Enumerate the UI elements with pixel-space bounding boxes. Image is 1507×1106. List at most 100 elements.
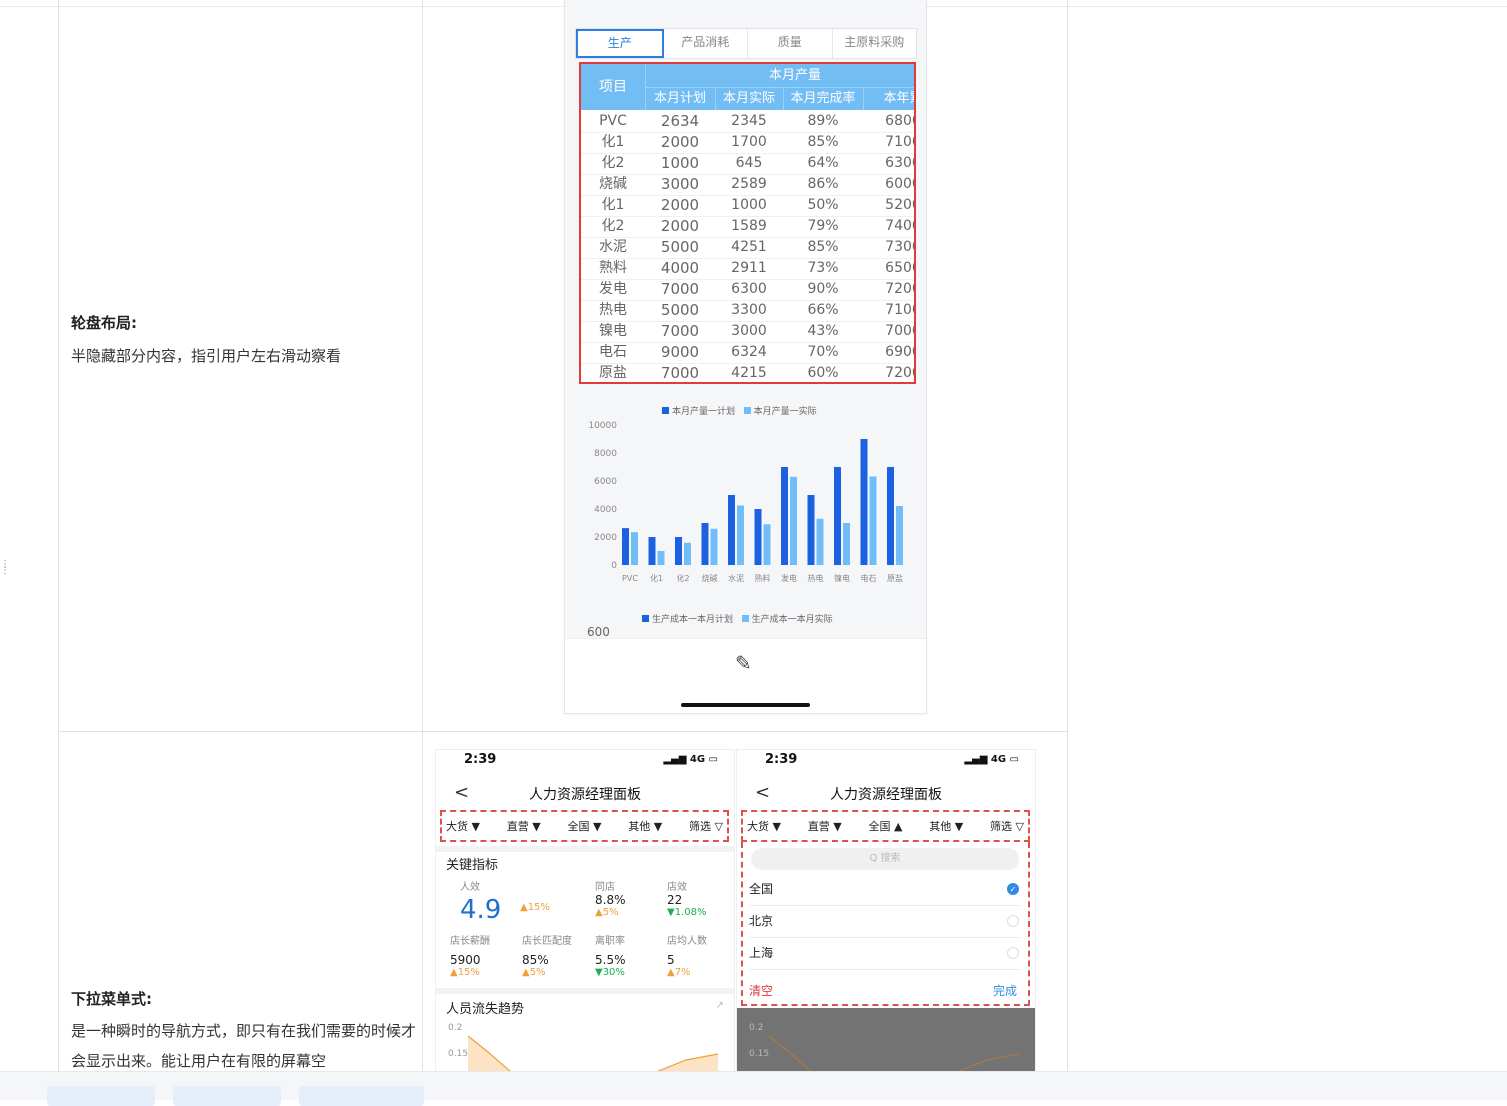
header-actual: 本月实际 — [715, 88, 784, 110]
radio-icon — [1007, 947, 1019, 959]
table-cell: 7300 — [885, 239, 914, 255]
toolbar-button-2[interactable] — [173, 1086, 281, 1106]
table-row: 化2 2000 1589 79% 7400 — [581, 216, 914, 238]
table-cell: 7000 — [660, 364, 700, 382]
trend-title: 人员流失趋势 — [446, 1002, 525, 1017]
done-button[interactable]: 完成 — [993, 982, 1017, 999]
clear-button[interactable]: 清空 — [749, 984, 773, 998]
filter-region[interactable]: 全国 ▼ — [568, 818, 602, 834]
filter-channel[interactable]: 直营 ▼ — [808, 818, 842, 834]
kpi-label: 离职率 — [595, 936, 625, 947]
table-cell: 50% — [807, 197, 839, 213]
filter-bar: 大货 ▼ 直营 ▼ 全国 ▲ 其他 ▼ 筛选 ▽ — [741, 810, 1030, 842]
phone-screenshot-carousel: 生产 产品消耗 质量 主原料采购 项目 本月产量 本月计划 本月实际 本月完成率… — [564, 0, 927, 714]
filter-other[interactable]: 其他 ▼ — [929, 818, 963, 834]
dim-overlay[interactable]: 0.2 0.15 — [737, 1008, 1035, 1072]
row-divider — [58, 731, 1068, 732]
y-tick-label: 6000 — [594, 477, 617, 487]
bar-chart-svg: 0 2000 4000 6000 8000 10000 PVC 化1 化2 烧碱 水泥 熟料 发电 热电镍… — [588, 421, 903, 583]
tab-purchase[interactable]: 主原料采购 — [833, 29, 917, 58]
filter-channel[interactable]: 直营 ▼ — [507, 818, 541, 834]
table-cell: 化1 — [601, 134, 625, 150]
filter-region[interactable]: 全国 ▲ — [869, 818, 903, 834]
bar-plan — [648, 537, 656, 565]
table-row: 烧碱 3000 2589 86% 6000 — [581, 174, 914, 196]
table-cell: 1589 — [731, 218, 767, 234]
table-cell: 原盐 — [599, 365, 627, 381]
table-cell: 1000 — [731, 197, 767, 213]
tab-production[interactable]: 生产 — [576, 29, 664, 58]
toolbar-button-1[interactable] — [47, 1086, 155, 1106]
table-cell: 2634 — [660, 112, 700, 130]
bar-actual — [737, 505, 744, 565]
bar-plan — [701, 523, 709, 565]
x-tick-label: 烧碱 — [702, 573, 718, 583]
table-cell: 2000 — [660, 133, 700, 151]
table-cell: 64% — [807, 155, 839, 171]
option-shanghai[interactable]: 上海 — [749, 938, 1021, 970]
bar-actual — [790, 476, 797, 565]
bar-plan — [887, 467, 894, 565]
nav-title: 人力资源经理面板 — [529, 787, 641, 803]
table-cell: 4251 — [731, 239, 767, 255]
table-cell: 水泥 — [599, 239, 627, 255]
row1-title: 轮盘布局: — [71, 314, 137, 332]
pencil-icon[interactable]: ✎ — [735, 651, 752, 675]
bar-plan — [781, 467, 788, 565]
filter-category[interactable]: 大货 ▼ — [446, 818, 480, 834]
filter-category[interactable]: 大货 ▼ — [747, 818, 781, 834]
table-cell: 化1 — [601, 197, 625, 213]
table-cell: 2000 — [660, 196, 700, 214]
table-cell: PVC — [599, 113, 627, 129]
table-row: 热电 5000 3300 66% 7100 — [581, 300, 914, 322]
drag-handle-icon[interactable]: ⋮ ⋮ — [0, 560, 10, 580]
bar-actual — [684, 542, 691, 565]
col-divider-1 — [58, 0, 59, 1071]
kpi-label: 店长薪酬 — [450, 936, 490, 947]
status-signal-icon: ▂▄▆ 4G ▭ — [663, 754, 718, 765]
col-divider-3 — [1067, 0, 1068, 1071]
toolbar-button-3[interactable] — [299, 1086, 424, 1106]
production-table[interactable]: 项目 本月产量 本月计划 本月实际 本月完成率 本年累 PVC 2634 2345 8… — [579, 62, 916, 384]
nav-title: 人力资源经理面板 — [830, 787, 942, 803]
kpi-change: ▲15% — [450, 967, 480, 978]
tab-quality[interactable]: 质量 — [748, 29, 833, 58]
header-group: 本月产量 — [645, 64, 914, 88]
filter-other[interactable]: 其他 ▼ — [628, 818, 662, 834]
table-cell: 镍电 — [599, 323, 627, 339]
home-indicator — [681, 703, 810, 707]
filter-bar: 大货 ▼ 直营 ▼ 全国 ▼ 其他 ▼ 筛选 ▽ — [440, 810, 729, 842]
option-label: 上海 — [749, 946, 774, 960]
table-cell: 熟料 — [599, 260, 627, 276]
option-beijing[interactable]: 北京 — [749, 906, 1021, 938]
table-row: 水泥 5000 4251 85% 7300 — [581, 237, 914, 259]
table-cell: 6324 — [731, 344, 767, 360]
table-cell: 6800 — [885, 113, 914, 129]
table-cell: 7200 — [885, 365, 914, 381]
table-cell: 2589 — [731, 176, 767, 192]
table-cell: 2345 — [731, 113, 767, 129]
table-cell: 6300 — [885, 155, 914, 171]
filter-more[interactable]: 筛选 ▽ — [689, 818, 723, 834]
y-tick-label: 10000 — [588, 421, 617, 431]
kpi-pipei: 店长匹配度 85% ▲5% — [522, 932, 572, 978]
option-all[interactable]: 全国 ✓ — [749, 874, 1021, 906]
kpi-change: ▲7% — [667, 967, 691, 978]
table-cell: 2000 — [660, 217, 700, 235]
table-cell: 4000 — [660, 259, 700, 277]
tab-consumption[interactable]: 产品消耗 — [664, 29, 748, 58]
kpi-tongdian: 同店 8.8% ▲5% — [595, 878, 626, 918]
x-tick-label: 发电 — [781, 573, 797, 583]
x-tick-label: PVC — [622, 574, 638, 583]
search-input[interactable]: Q 搜索 — [751, 848, 1019, 870]
status-time: 2:39 — [765, 752, 798, 767]
y-tick-label: 2000 — [594, 533, 617, 543]
kpi-change: ▼30% — [595, 967, 625, 978]
expand-icon[interactable]: ↗ — [716, 1000, 724, 1011]
table-cell: 7400 — [885, 218, 914, 234]
x-tick-label: 电石 — [861, 573, 877, 583]
kpi-label: 店效 — [667, 882, 687, 893]
filter-more[interactable]: 筛选 ▽ — [990, 818, 1024, 834]
tab-bar: 生产 产品消耗 质量 主原料采购 — [575, 28, 917, 59]
table-cell: 1700 — [731, 134, 767, 150]
